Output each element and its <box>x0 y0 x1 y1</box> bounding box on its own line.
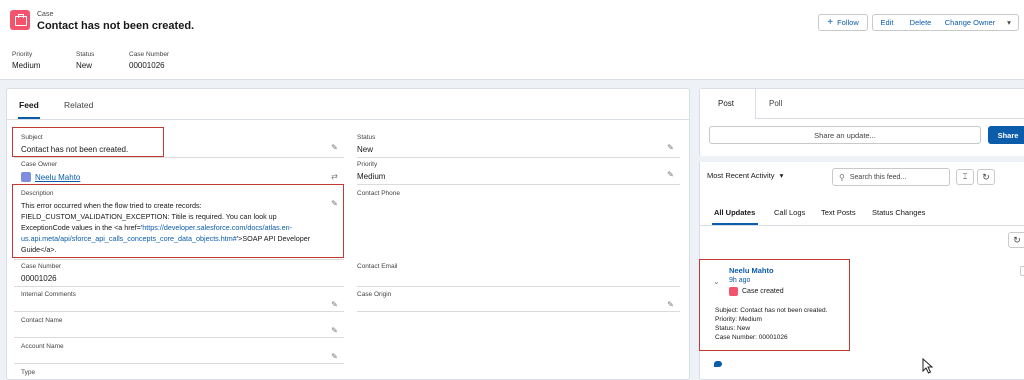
change-owner-icon[interactable]: ⇄ <box>330 172 339 181</box>
tab-post-label: Post <box>718 99 735 108</box>
field-divider <box>14 157 344 158</box>
delete-button[interactable]: Delete <box>901 14 941 31</box>
field-divider <box>14 337 344 338</box>
internal-comments-label: Internal Comments <box>21 291 76 298</box>
follow-button[interactable]: + Follow <box>818 14 868 31</box>
description-highlight-box <box>12 184 344 258</box>
user-avatar-icon <box>21 172 31 182</box>
highlight-label-case-number: Case Number <box>129 51 170 58</box>
field-divider <box>14 311 344 312</box>
priority-value: Medium <box>357 172 386 181</box>
edit-priority-pencil-icon[interactable]: ✎ <box>666 170 675 179</box>
tab-status-changes[interactable]: Status Changes <box>872 208 925 217</box>
case-owner-label: Case Owner <box>21 161 58 168</box>
edit-subject-pencil-icon[interactable]: ✎ <box>330 143 339 152</box>
feed-item-author[interactable]: Neelu Mahto <box>729 266 774 275</box>
subject-highlight-box <box>12 127 164 157</box>
case-number-label: Case Number <box>21 263 62 270</box>
highlight-value-status: New <box>76 61 93 70</box>
chevron-down-icon: ▾ <box>779 171 784 180</box>
feed-item-case-number: Case Number: 00001026 <box>715 334 788 341</box>
chevron-down-icon[interactable]: ⌄ <box>713 277 720 286</box>
tab-poll[interactable]: Poll <box>769 99 782 108</box>
account-name-label: Account Name <box>21 343 64 350</box>
contact-name-label: Contact Name <box>21 317 63 324</box>
field-divider <box>14 259 344 260</box>
tab-call-logs[interactable]: Call Logs <box>774 208 805 217</box>
highlight-value-priority: Medium <box>12 61 41 70</box>
refresh-icon: ↻ <box>1013 234 1021 245</box>
highlight-label-priority: Priority <box>12 51 33 58</box>
tab-feed[interactable]: Feed <box>19 100 39 110</box>
edit-account-name-pencil-icon[interactable]: ✎ <box>330 352 339 361</box>
case-icon <box>729 287 738 296</box>
field-divider <box>357 157 680 158</box>
plus-icon: + <box>827 17 834 28</box>
refresh-feed-button[interactable]: ↻ <box>977 169 995 185</box>
feed-tab-divider <box>700 225 1024 226</box>
case-origin-label: Case Origin <box>357 291 392 298</box>
edit-button[interactable]: Edit <box>872 14 902 31</box>
edit-internal-comments-pencil-icon[interactable]: ✎ <box>330 300 339 309</box>
more-actions-button[interactable]: ▾ <box>1000 14 1019 31</box>
search-icon: ⚲ <box>839 172 845 182</box>
field-divider <box>357 311 680 312</box>
field-divider <box>14 286 344 287</box>
field-divider <box>357 184 680 185</box>
tab-divider <box>7 119 689 120</box>
edit-status-pencil-icon[interactable]: ✎ <box>666 143 675 152</box>
filter-icon: ⌶ <box>962 172 968 181</box>
comment-icon[interactable] <box>714 361 722 367</box>
tab-all-updates[interactable]: All Updates <box>714 208 755 217</box>
share-button[interactable]: Share <box>988 126 1024 144</box>
field-divider <box>357 286 680 287</box>
status-label: Status <box>357 134 376 141</box>
edit-case-origin-pencil-icon[interactable]: ✎ <box>666 300 675 309</box>
tab-related[interactable]: Related <box>64 100 93 110</box>
type-label: Type <box>21 369 36 376</box>
chevron-down-icon: ▾ <box>1007 18 1011 27</box>
contact-phone-label: Contact Phone <box>357 190 401 197</box>
case-icon <box>10 10 30 30</box>
feed-search-input[interactable]: ⚲ Search this feed... <box>832 168 950 186</box>
case-number-value: 00001026 <box>21 274 57 283</box>
change-owner-button[interactable]: Change Owner <box>940 14 1001 31</box>
refresh-icon: ↻ <box>982 171 990 182</box>
mouse-cursor-icon <box>922 358 934 374</box>
sort-dropdown[interactable]: Most Recent Activity ▾ <box>707 171 783 180</box>
edit-contact-name-pencil-icon[interactable]: ✎ <box>330 326 339 335</box>
highlight-value-case-number: 00001026 <box>129 61 165 70</box>
record-title: Contact has not been created. <box>37 20 195 32</box>
feed-item-time[interactable]: 9h ago <box>729 277 750 284</box>
priority-label: Priority <box>357 161 378 168</box>
highlight-label-status: Status <box>76 51 95 58</box>
filter-feed-button[interactable]: ⌶ <box>956 169 974 185</box>
contact-email-label: Contact Email <box>357 263 398 270</box>
tab-text-posts[interactable]: Text Posts <box>821 208 856 217</box>
refresh-updates-button[interactable]: ↻ <box>1008 232 1024 248</box>
feed-item-menu-button[interactable] <box>1020 266 1024 276</box>
field-divider <box>14 363 344 364</box>
case-owner-link[interactable]: Neelu Mahto <box>35 173 80 182</box>
object-label: Case <box>37 11 54 18</box>
panel-gap <box>699 156 1024 162</box>
feed-item-event: Case created <box>742 288 784 295</box>
share-update-input[interactable]: Share an update... <box>709 126 981 144</box>
status-value: New <box>357 145 374 154</box>
